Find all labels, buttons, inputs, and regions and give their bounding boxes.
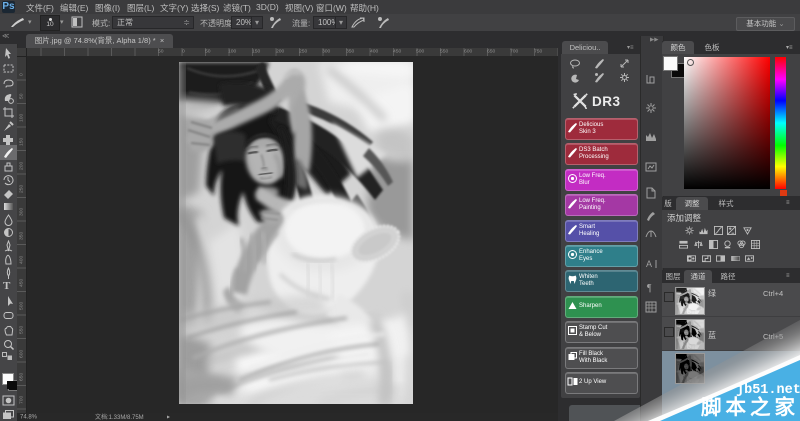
svg-text:脚本之家: 脚本之家 [701, 395, 799, 419]
